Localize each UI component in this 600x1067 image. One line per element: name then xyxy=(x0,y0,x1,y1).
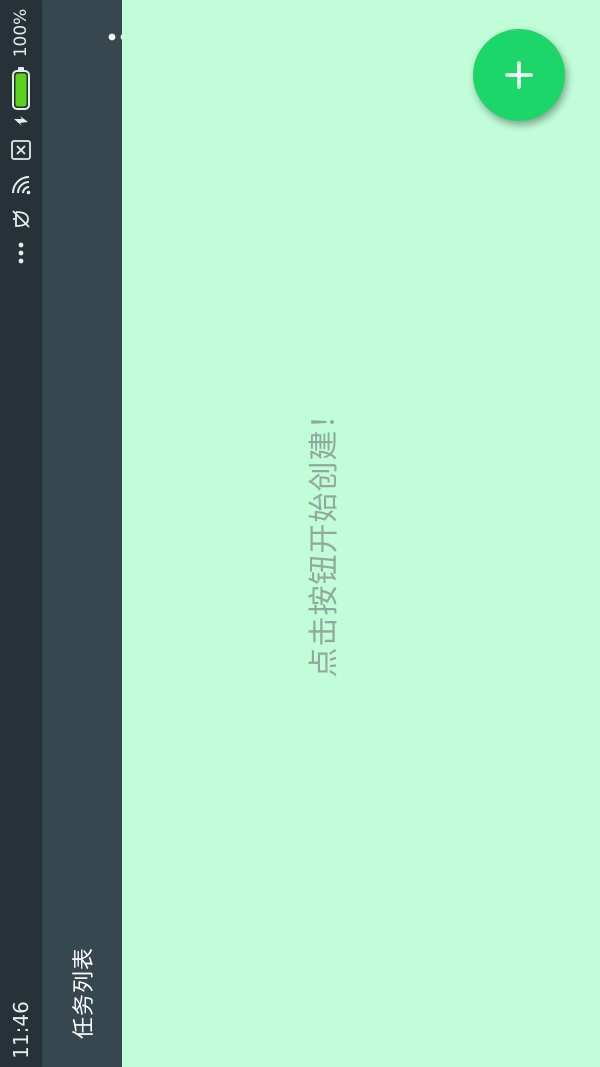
silent-icon xyxy=(12,210,30,228)
more-dots-icon xyxy=(18,242,24,264)
status-bar: 100% 11:46 xyxy=(0,0,42,1067)
charging-icon xyxy=(14,116,28,126)
battery-icon xyxy=(12,67,30,110)
page-title: 任务列表 xyxy=(72,946,97,1040)
wifi-icon xyxy=(12,176,31,195)
battery-percent: 100% xyxy=(11,8,31,58)
plus-icon xyxy=(505,61,533,89)
main-content xyxy=(122,0,600,1067)
sim-blocked-icon xyxy=(11,140,31,160)
screen: 100% 11:46 任务列表 点击按钮开始创建！ xyxy=(0,0,600,1067)
toolbar xyxy=(42,0,140,1067)
empty-state-hint: 点击按钮开始创建！ xyxy=(307,398,342,678)
add-task-button[interactable] xyxy=(473,29,565,121)
status-time: 11:46 xyxy=(9,1001,33,1059)
